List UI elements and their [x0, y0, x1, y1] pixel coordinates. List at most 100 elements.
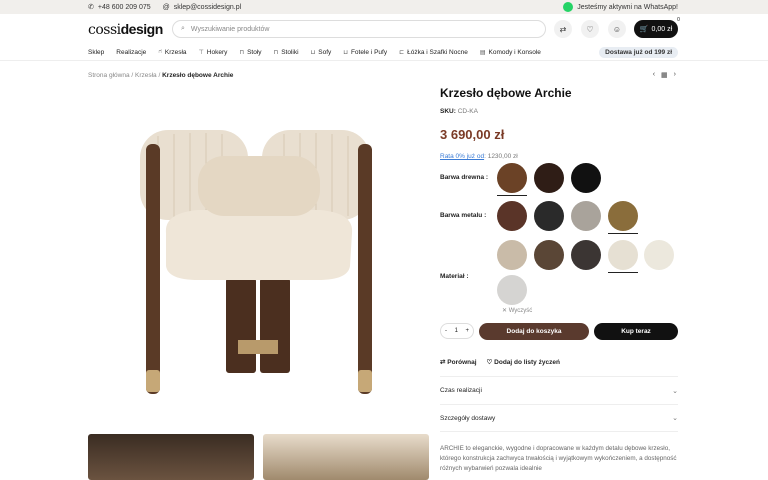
compare-link[interactable]: ⇄ Porównaj [440, 358, 477, 366]
cart-button[interactable]: 🛒 0,00 zł [634, 20, 678, 38]
nav-item-beds[interactable]: ⊏ Łóżka i Szafki Nocne [399, 49, 468, 56]
wood-swatch[interactable] [534, 163, 564, 193]
material-swatch[interactable] [534, 240, 564, 270]
chair-icon: ⑁ [158, 49, 162, 55]
nav-item-realizations[interactable]: Realizacje [116, 49, 146, 56]
material-swatch[interactable] [644, 240, 674, 270]
header: cossidesign ⌕ Wyszukiwanie produktów ⇄ ♡… [0, 14, 768, 44]
sku-label: SKU: [440, 108, 456, 115]
next-product-icon[interactable]: › [674, 71, 676, 79]
nav-label: Fotele i Pufy [350, 48, 388, 56]
logo-part2: design [120, 20, 164, 37]
breadcrumb-category[interactable]: Krzesła [135, 72, 157, 79]
material-swatch[interactable] [497, 275, 527, 305]
compare-icon[interactable]: ⇄ [554, 20, 572, 38]
email-contact[interactable]: @ sklep@cossidesign.pl [163, 4, 242, 11]
nav-label: Łóżka i Szafki Nocne [407, 48, 468, 56]
breadcrumb-home[interactable]: Strona główna [88, 72, 130, 79]
gallery-thumbnails [88, 434, 429, 480]
product-actions: ⇄ Porównaj ♡ Dodaj do listy życzeń [440, 358, 560, 366]
armchair-icon: ⊔ [343, 49, 348, 56]
nav-label: Stoliki [281, 48, 299, 56]
material-swatch[interactable] [571, 240, 601, 270]
material-label: Materiał : [440, 273, 469, 280]
wishlist-label: Dodaj do listy życzeń [494, 359, 560, 366]
compare-label: Porównaj [447, 359, 477, 366]
gallery-thumbnail[interactable] [263, 434, 429, 480]
search-placeholder: Wyszukiwanie produktów [190, 25, 270, 33]
logo[interactable]: cossidesign [88, 21, 163, 38]
compare-icon: ⇄ [440, 359, 446, 366]
wishlist-link[interactable]: ♡ Dodaj do listy życzeń [487, 358, 560, 366]
email-icon: @ [162, 3, 170, 11]
main-nav: Sklep Realizacje ⑁ Krzesła ⊤ Hokery ⊓ Stoły… [0, 44, 768, 60]
prev-product-icon[interactable]: ‹ [653, 71, 655, 79]
phone-number[interactable]: +48 600 209 075 [98, 4, 151, 11]
dresser-icon: ▤ [479, 49, 486, 56]
nav-item-tables[interactable]: ⊓ Stoły [239, 49, 261, 56]
accordion-label: Szczegóły dostawy [440, 414, 496, 422]
qty-plus-button[interactable]: + [465, 328, 469, 334]
bed-icon: ⊏ [399, 49, 405, 56]
sku-value: CD-KA [457, 108, 478, 115]
search-icon: ⌕ [181, 25, 185, 32]
metal-color-label: Barwa metalu : [440, 212, 487, 219]
nav-item-chairs[interactable]: ⑁ Krzesła [158, 49, 186, 56]
installment-info: Rata 0% już od: 1230,00 zł [440, 153, 518, 160]
add-to-cart-button[interactable]: Dodaj do koszyka [479, 323, 589, 340]
cart-icon: 🛒 [639, 26, 649, 33]
nav-item-armchairs[interactable]: ⊔ Fotele i Pufy [343, 49, 387, 56]
qty-minus-button[interactable]: - [445, 328, 447, 334]
whatsapp-icon [563, 2, 574, 12]
nav-label: Komody i Konsole [488, 48, 541, 56]
product-price: 3 690,00 zł [440, 127, 505, 142]
chevron-down-icon: ⌄ [672, 415, 678, 422]
cart-total: 0,00 zł [651, 25, 673, 33]
nav-item-coffee-tables[interactable]: ⊓ Stoliki [274, 49, 299, 56]
nav-item-shop[interactable]: Sklep [88, 49, 104, 56]
material-swatch[interactable] [497, 240, 527, 270]
installment-link[interactable]: Rata 0% już od [440, 153, 484, 160]
product-description: ARCHIE to eleganckie, wygodne i dopracow… [440, 445, 677, 472]
heart-icon: ♡ [486, 359, 493, 366]
product-sku: SKU: CD-KA [440, 108, 478, 115]
buy-now-button[interactable]: Kup teraz [594, 323, 678, 340]
material-swatch[interactable] [608, 240, 638, 273]
grid-icon[interactable]: ▦ [661, 71, 668, 79]
phone-contact[interactable]: ✆ +48 600 209 075 [88, 3, 151, 12]
product-title: Krzesło dębowe Archie [440, 86, 572, 100]
table-icon: ⊓ [239, 49, 245, 56]
nav-item-stools[interactable]: ⊤ Hokery [199, 49, 228, 56]
clear-selection-link[interactable]: ✕ Wyczyść [502, 307, 532, 314]
accordion-label: Czas realizacji [440, 387, 482, 394]
account-icon[interactable]: ☺ [608, 20, 626, 38]
nav-item-sofas[interactable]: ⊔ Sofy [311, 49, 332, 56]
accordion-delivery[interactable]: Szczegóły dostawy ⌄ [440, 404, 678, 432]
qty-value[interactable]: 1 [455, 328, 458, 334]
product-image[interactable] [88, 88, 428, 424]
sofa-icon: ⊔ [310, 49, 316, 56]
gallery-thumbnail[interactable] [88, 434, 254, 480]
wood-color-label: Barwa drewna : [440, 174, 489, 181]
nav-item-dressers[interactable]: ▤ Komody i Konsole [480, 49, 541, 56]
accordion-lead-time[interactable]: Czas realizacji ⌄ [440, 376, 678, 404]
nav-divider [0, 60, 768, 61]
wood-swatch[interactable] [571, 163, 601, 193]
chair-illustration [140, 130, 372, 394]
email-address[interactable]: sklep@cossidesign.pl [174, 4, 241, 11]
nav-label: Stoły [247, 48, 262, 56]
nav-label: Hokery [206, 48, 228, 56]
quantity-stepper[interactable]: - 1 + [440, 323, 474, 339]
search-input[interactable]: ⌕ Wyszukiwanie produktów [172, 20, 546, 38]
wood-swatch[interactable] [497, 163, 527, 196]
metal-swatch[interactable] [497, 201, 527, 231]
whatsapp-text[interactable]: Jesteśmy aktywni na WhatsApp! [577, 4, 678, 11]
wishlist-icon[interactable]: ♡ [581, 20, 599, 38]
whatsapp-link[interactable]: Jesteśmy aktywni na WhatsApp! [563, 2, 678, 12]
delivery-badge: Dostawa już od 199 zł [599, 46, 678, 58]
metal-swatch[interactable] [571, 201, 601, 231]
nav-label: Sofy [318, 48, 332, 56]
metal-swatch[interactable] [608, 201, 638, 234]
metal-swatch[interactable] [534, 201, 564, 231]
chevron-down-icon: ⌄ [672, 387, 678, 395]
